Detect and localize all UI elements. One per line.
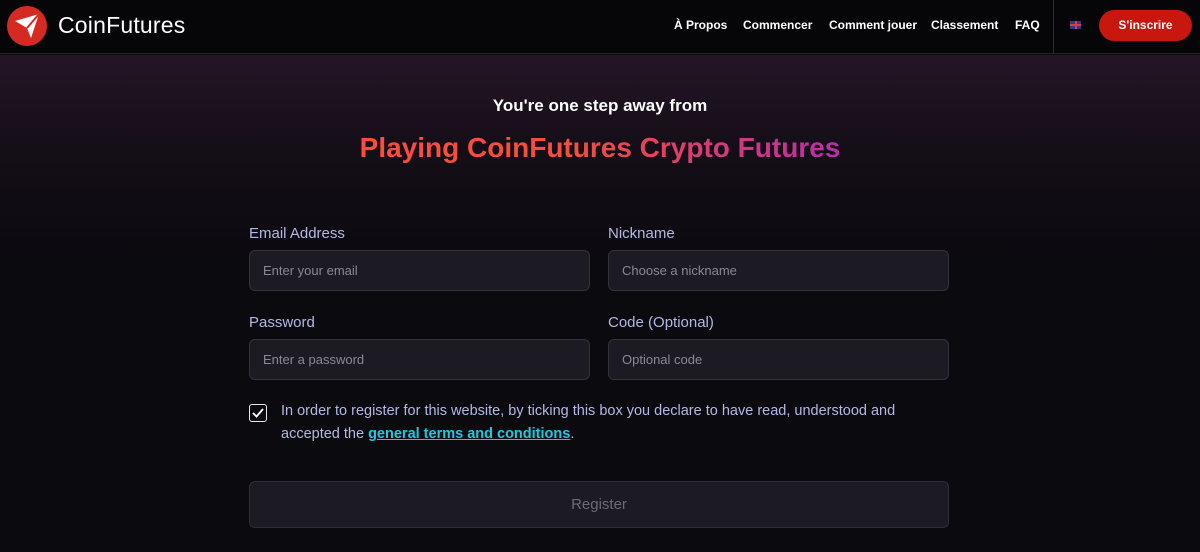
code-label: Code (Optional)	[608, 314, 714, 331]
hero-title-text: Playing CoinFutures Crypto Futures	[359, 132, 841, 163]
signup-button[interactable]: S'inscrire	[1099, 10, 1192, 41]
terms-text: In order to register for this website, b…	[281, 400, 951, 446]
nav-link-commencer[interactable]: Commencer	[743, 18, 812, 32]
top-navigation-bar: CoinFutures À Propos Commencer Comment j…	[0, 0, 1200, 54]
terms-link[interactable]: general terms and conditions	[368, 426, 570, 442]
uk-flag-language-icon[interactable]	[1070, 21, 1081, 29]
terms-text-after: .	[570, 426, 575, 442]
nav-link-faq[interactable]: FAQ	[1015, 18, 1040, 32]
nickname-field[interactable]	[608, 250, 949, 291]
nickname-label: Nickname	[608, 225, 675, 242]
email-label: Email Address	[249, 225, 345, 242]
code-field[interactable]	[608, 339, 949, 380]
nav-link-a-propos[interactable]: À Propos	[674, 18, 727, 32]
checkmark-icon	[252, 408, 264, 418]
hero-title: Playing CoinFutures Crypto Futures	[0, 132, 1200, 164]
register-button[interactable]: Register	[249, 481, 949, 528]
coinfutures-logo-icon[interactable]	[6, 5, 48, 47]
terms-checkbox[interactable]	[249, 404, 267, 422]
password-field[interactable]	[249, 339, 590, 380]
brand-name[interactable]: CoinFutures	[58, 12, 185, 39]
nav-divider	[1053, 0, 1054, 54]
nav-link-classement[interactable]: Classement	[931, 18, 998, 32]
hero-subtitle: You're one step away from	[492, 96, 708, 115]
nav-link-comment-jouer[interactable]: Comment jouer	[829, 18, 917, 32]
email-field[interactable]	[249, 250, 590, 291]
password-label: Password	[249, 314, 315, 331]
